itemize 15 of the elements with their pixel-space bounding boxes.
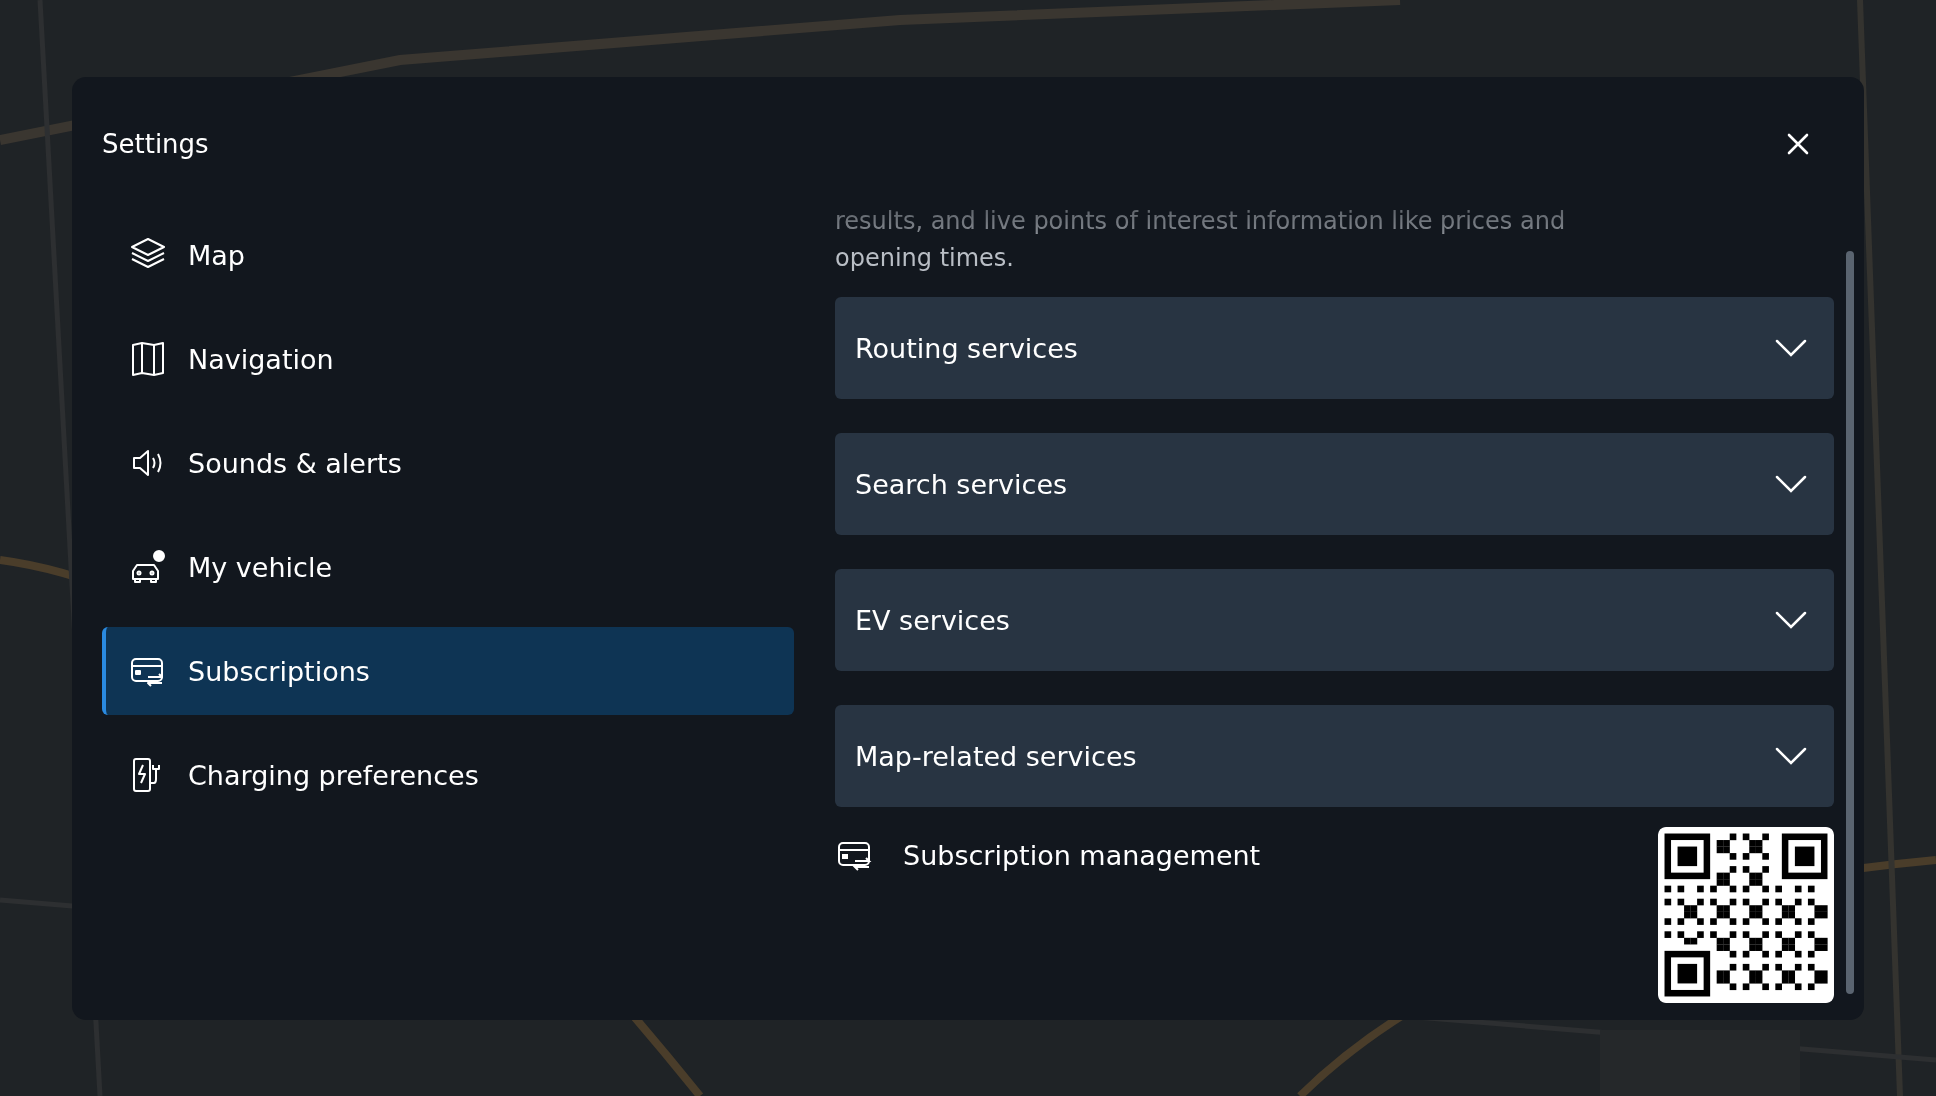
accordion-header[interactable]: Map-related services	[835, 705, 1834, 807]
sidebar-item[interactable]: Subscriptions	[102, 627, 794, 715]
dialog-title: Settings	[102, 129, 209, 159]
description-text: results, and live points of interest information like prices and opening times.	[835, 206, 1567, 274]
scrollbar-thumb[interactable]	[1846, 251, 1854, 994]
sidebar-item[interactable]: Navigation	[102, 315, 794, 403]
accordion-header[interactable]: Routing services	[835, 297, 1834, 399]
sidebar-item[interactable]: Charging preferences	[102, 731, 794, 819]
accordion-header[interactable]: Search services	[835, 433, 1834, 535]
subscription-management-link[interactable]: Subscription management	[835, 827, 1261, 875]
sidebar-item[interactable]: My vehicle	[102, 523, 794, 611]
accordion-header[interactable]: EV services	[835, 569, 1834, 671]
close-icon	[1786, 132, 1810, 156]
sidebar-item[interactable]: Sounds & alerts	[102, 419, 794, 507]
sidebar-item[interactable]: Map	[102, 211, 794, 299]
